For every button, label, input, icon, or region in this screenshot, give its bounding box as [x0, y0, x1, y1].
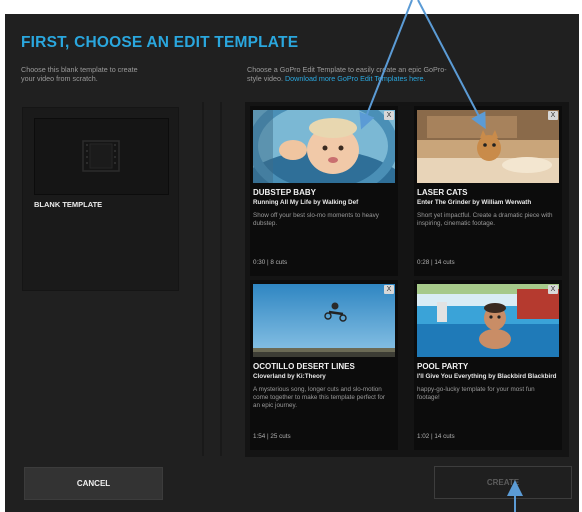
arrow-icon	[417, 0, 486, 130]
annotation-arrows	[359, 0, 523, 512]
arrow-icon	[359, 0, 413, 130]
